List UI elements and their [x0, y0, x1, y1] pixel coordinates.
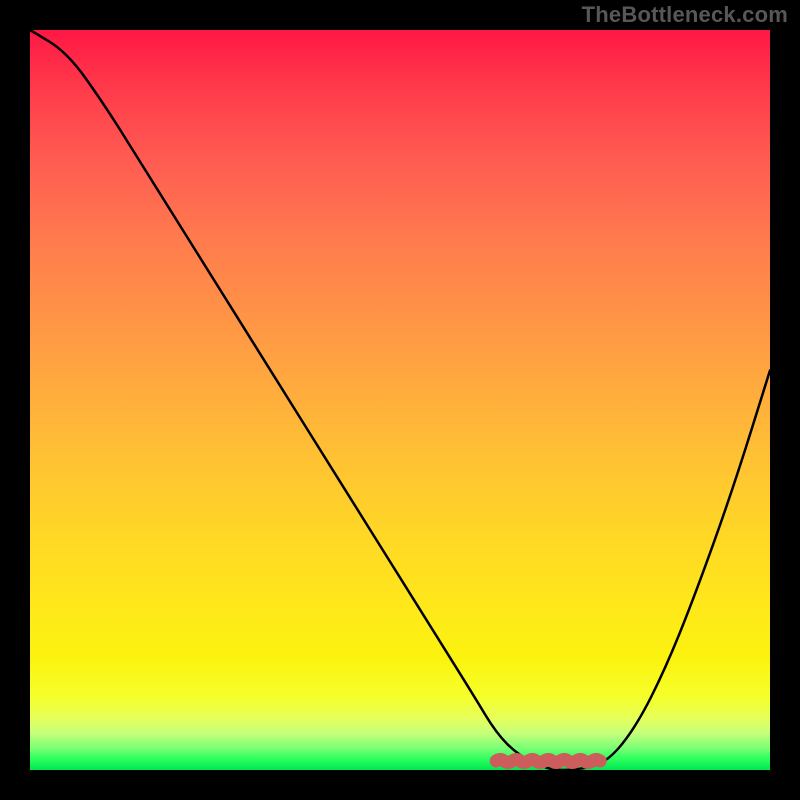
- chart-frame: TheBottleneck.com: [0, 0, 800, 800]
- minimum-highlight: [496, 760, 600, 763]
- plot-area: [30, 30, 770, 770]
- curve-svg: [30, 30, 770, 770]
- watermark-text: TheBottleneck.com: [582, 2, 788, 28]
- bottleneck-curve: [30, 30, 770, 770]
